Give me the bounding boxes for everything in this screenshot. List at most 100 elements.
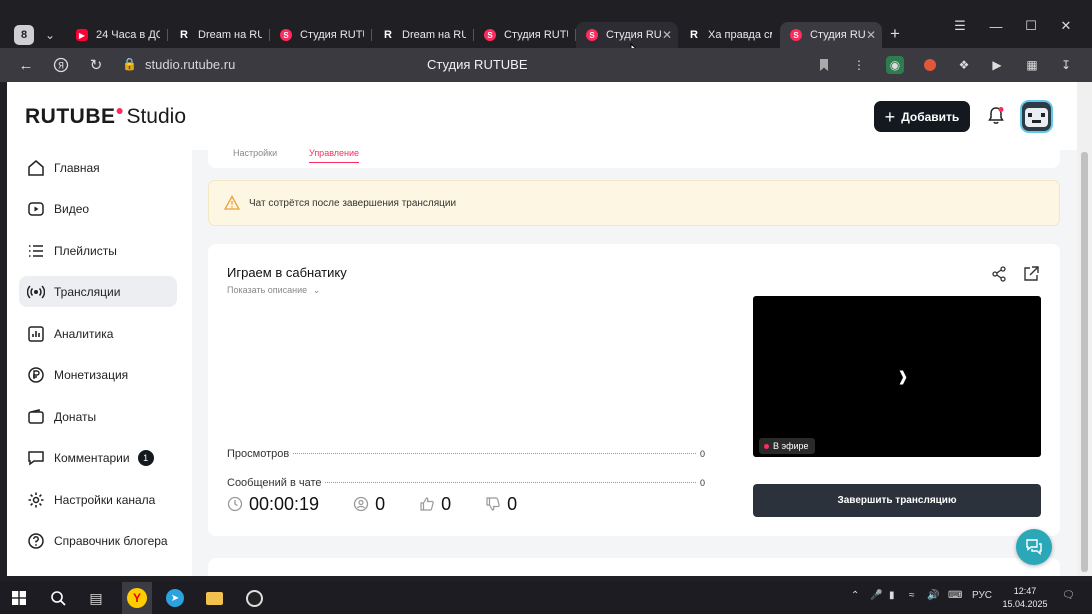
sidebar-item-streams[interactable]: Трансляции [19, 276, 177, 307]
home-icon [28, 159, 44, 176]
browser-tab-active[interactable]: S Студия RU ✕ [780, 22, 882, 48]
tab-strip: ▶24 Часа в ДО RDream на RUTU SСтудия RUT… [66, 22, 882, 48]
record-extension-icon[interactable] [921, 56, 939, 74]
clock[interactable]: 12:47 15.04.2025 [1001, 585, 1049, 611]
dotted-leader [293, 453, 696, 454]
browser-tab[interactable]: SСтудия RUTUB [270, 22, 372, 48]
video-icon [28, 201, 44, 216]
sidebar-item-monetization[interactable]: Монетизация [19, 359, 177, 390]
live-dot-icon [764, 443, 769, 449]
browser-tab[interactable]: RDream на RUTU [168, 22, 270, 48]
back-arrow-icon[interactable]: ← [16, 55, 36, 75]
browser-tab[interactable]: R Ха правда см [678, 22, 780, 48]
obs-icon[interactable] [243, 587, 265, 609]
share-icon[interactable] [990, 265, 1008, 283]
viewer-icon [353, 496, 369, 512]
browser-tab[interactable]: S Студия RU ✕ [576, 22, 678, 48]
collections-icon[interactable]: ▦ [1023, 56, 1041, 74]
dotted-leader [325, 482, 696, 483]
rutube-studio-icon: S [790, 29, 802, 41]
add-button[interactable]: + Добавить [874, 101, 970, 132]
reload-icon[interactable]: ↻ [86, 55, 106, 75]
stream-title: Играем в сабнатику [227, 265, 347, 280]
support-chat-button[interactable] [1016, 529, 1052, 565]
bell-icon[interactable] [986, 106, 1006, 126]
close-window-icon[interactable]: ✕ [1054, 16, 1078, 36]
viewers-counter: 0 [353, 494, 385, 515]
tab-manage[interactable]: Управление [309, 148, 360, 163]
chevron-down-icon[interactable]: ⌄ [40, 25, 60, 45]
yandex-browser-icon[interactable]: Y [126, 587, 148, 609]
hamburger-menu-icon[interactable]: ☰ [948, 16, 972, 36]
close-tab-icon[interactable]: ✕ [866, 28, 876, 42]
battery-icon[interactable]: ▮ [889, 590, 895, 601]
file-explorer-icon[interactable] [203, 587, 225, 609]
youtube-icon: ▶ [76, 29, 88, 41]
avatar[interactable] [1020, 100, 1053, 133]
ruble-coin-icon [28, 366, 44, 383]
browser-tab[interactable]: ▶ 24 Часа в ДО [66, 22, 168, 48]
broadcast-icon [27, 284, 45, 299]
microphone-icon[interactable]: 🎤 [870, 590, 882, 601]
wifi-icon[interactable]: ≈ [909, 590, 915, 601]
chevron-down-icon: ⌄ [312, 285, 321, 295]
sidebar-item-analytics[interactable]: Аналитика [19, 318, 177, 349]
stream-player[interactable]: ❱ В эфире [753, 296, 1041, 457]
task-view-icon[interactable]: ▤ [85, 587, 107, 609]
wallet-icon [28, 408, 44, 424]
volume-icon[interactable]: 🔊 [927, 590, 939, 601]
minimize-icon[interactable]: — [984, 16, 1008, 36]
sidebar: Главная Видео Плейлисты Трансляции Анали… [7, 150, 192, 576]
rutube-icon: R [690, 29, 698, 41]
sidebar-item-donations[interactable]: Донаты [19, 401, 177, 432]
open-external-icon[interactable] [1022, 265, 1040, 283]
maximize-icon[interactable]: ☐ [1019, 16, 1043, 36]
stream-subtabs: Настройки Управление [208, 148, 1060, 168]
end-stream-button[interactable]: Завершить трансляцию [753, 484, 1041, 517]
language-indicator[interactable]: РУС [972, 590, 992, 601]
analytics-icon [28, 325, 44, 342]
stat-row: Просмотров 0 [227, 448, 705, 460]
download-icon[interactable]: ↧ [1057, 56, 1075, 74]
keyboard-icon[interactable]: ⌨ [948, 590, 962, 601]
windows-start-icon[interactable] [8, 587, 30, 609]
comment-icon [28, 450, 44, 465]
sidebar-item-home[interactable]: Главная [19, 152, 177, 183]
video-extension-icon[interactable]: ▶ [988, 56, 1006, 74]
shield-extension-icon[interactable]: ◉ [886, 56, 904, 74]
stat-value: 0 [699, 449, 705, 459]
sidebar-item-video[interactable]: Видео [19, 193, 177, 224]
notifications-icon[interactable]: 🗨 [1062, 590, 1075, 601]
scrollbar-thumb[interactable] [1081, 152, 1088, 572]
browser-tab[interactable]: RDream на RUTU [372, 22, 474, 48]
yandex-home-icon[interactable]: Я [51, 55, 71, 75]
telegram-icon[interactable]: ➤ [164, 587, 186, 609]
close-tab-icon[interactable]: ✕ [662, 28, 672, 42]
tab-settings[interactable]: Настройки [233, 148, 277, 158]
thumbs-up-icon [420, 497, 434, 511]
dislikes-counter: 0 [485, 494, 517, 515]
windows-taskbar: ▤ Y ➤ ⌃ 🎤 ▮ ≈ 🔊 ⌨ РУС 12:47 15.04.2025 🗨 [0, 582, 1092, 614]
bookmark-icon[interactable] [815, 56, 833, 74]
new-tab-button[interactable]: + [886, 25, 904, 45]
clock-icon [227, 496, 243, 512]
url-field[interactable]: studio.rutube.ru [145, 57, 235, 72]
stream-counters: 00:00:19 0 0 0 [227, 492, 551, 516]
sidebar-item-channel-settings[interactable]: Настройки канала [19, 484, 177, 515]
playlist-icon [29, 244, 43, 257]
sidebar-item-comments[interactable]: Комментарии 1 [19, 442, 177, 473]
sidebar-item-blogger-guide[interactable]: Справочник блогера [19, 525, 177, 556]
show-description-toggle[interactable]: Показать описание ⌄ [227, 285, 320, 296]
stat-label: Просмотров [227, 448, 290, 460]
search-icon[interactable] [47, 587, 69, 609]
page-scrollbar[interactable] [1077, 82, 1092, 576]
extensions-puzzle-icon[interactable]: ❖ [955, 56, 973, 74]
tab-menu-button[interactable]: 8 [14, 25, 34, 45]
rutube-studio-icon: S [484, 29, 496, 41]
browser-tab[interactable]: SСтудия RUTUB [474, 22, 576, 48]
sidebar-item-playlists[interactable]: Плейлисты [19, 235, 177, 266]
more-vertical-icon[interactable]: ⋮ [850, 56, 868, 74]
rutube-studio-logo[interactable]: RUTUBE●Studio [25, 102, 186, 129]
chevron-up-icon[interactable]: ⌃ [851, 590, 859, 601]
chat-bubbles-icon [1026, 539, 1042, 555]
